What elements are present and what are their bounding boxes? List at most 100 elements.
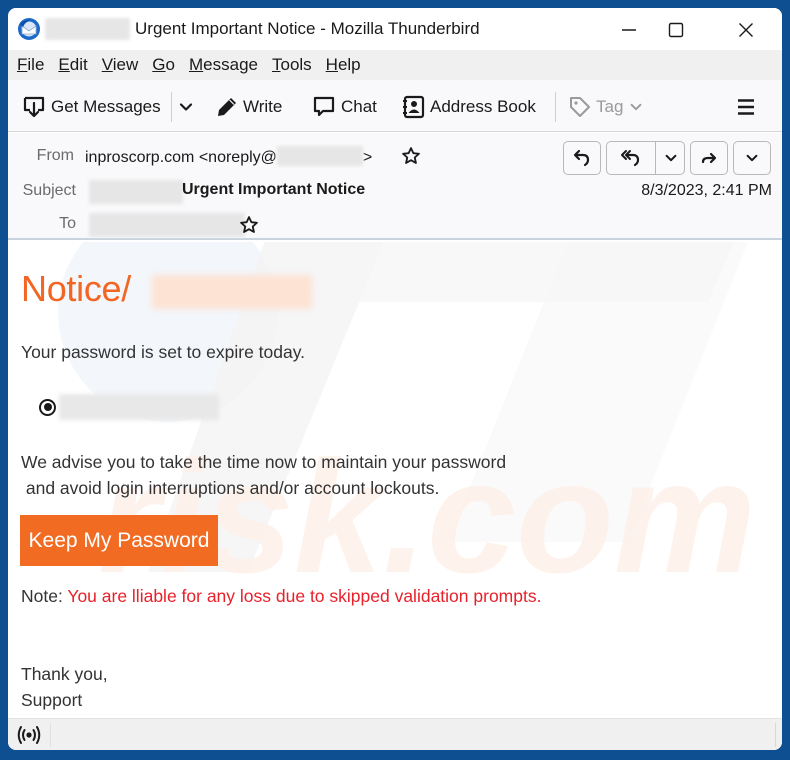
forward-icon — [701, 152, 717, 164]
note-label: Note: — [21, 586, 68, 606]
expiry-text: Your password is set to expire today. — [21, 342, 306, 362]
radio-button[interactable] — [39, 398, 56, 416]
redacted-subject-prefix — [89, 180, 183, 204]
signoff-line-2: Support — [21, 690, 83, 710]
minimize-button[interactable] — [606, 16, 652, 44]
menu-help-label: elp — [337, 55, 361, 74]
menu-message-mnemonic: M — [188, 55, 204, 74]
maximize-icon — [668, 22, 684, 38]
reply-all-dropdown[interactable] — [656, 142, 686, 174]
radio-option — [39, 394, 219, 420]
forward-button[interactable] — [690, 141, 728, 175]
menu-view-label: iew — [112, 55, 139, 74]
star-icon[interactable] — [239, 215, 259, 235]
redacted-radio-label — [59, 394, 219, 420]
menu-file-mnemonic: F — [17, 55, 28, 74]
app-menu-button[interactable] — [736, 92, 761, 122]
menu-tools[interactable]: Tools — [272, 55, 312, 75]
thunderbird-window: Urgent Important Notice - Mozilla Thunde… — [8, 8, 782, 750]
status-bar — [8, 718, 782, 750]
get-messages-label: Get Messages — [51, 97, 161, 116]
chevron-down-icon — [179, 103, 193, 111]
get-messages-button[interactable]: Get Messages — [22, 92, 161, 122]
star-icon[interactable] — [401, 146, 421, 166]
address-book-icon — [403, 95, 425, 119]
advise-text-line-2: and avoid login interruptions and/or acc… — [21, 478, 440, 498]
radio-selected-dot — [43, 403, 52, 411]
menu-view[interactable]: View — [102, 55, 139, 75]
subject-label: Subject — [22, 182, 76, 199]
from-value[interactable]: inproscorp.com <noreply@ > — [85, 146, 372, 167]
main-toolbar: Get Messages Write Chat Address Book Tag — [8, 80, 782, 132]
address-book-button[interactable]: Address Book — [401, 92, 536, 122]
close-button[interactable] — [723, 16, 769, 44]
redacted-title-prefix — [45, 18, 130, 40]
menu-go-mnemonic: G — [152, 55, 166, 74]
title-bar: Urgent Important Notice - Mozilla Thunde… — [8, 8, 782, 50]
reply-all-icon — [621, 150, 640, 167]
pencil-icon — [218, 98, 236, 116]
menu-help[interactable]: Help — [326, 55, 361, 75]
reply-icon — [573, 149, 590, 167]
close-icon — [739, 23, 753, 37]
to-label: To — [59, 215, 76, 232]
note-warning: You are lliable for any loss due to skip… — [67, 586, 542, 606]
redacted-recipient[interactable] — [89, 213, 245, 237]
signoff-line-1: Thank you, — [21, 664, 108, 684]
tag-icon — [570, 97, 590, 117]
notice-heading: Notice/ — [21, 268, 131, 309]
menu-edit[interactable]: Edit — [58, 55, 87, 75]
chat-button[interactable]: Chat — [312, 92, 377, 122]
message-body: risk.com Notice/ Your password is set to… — [8, 242, 782, 718]
note-text: Note: You are lliable for any loss due t… — [21, 586, 541, 607]
menu-view-mnemonic: V — [101, 55, 113, 74]
hamburger-menu-icon — [738, 99, 754, 115]
menu-bar: File Edit View Go Message Tools Help — [8, 50, 782, 80]
minimize-icon — [622, 29, 636, 31]
reply-all-button[interactable] — [607, 142, 655, 174]
menu-edit-label: dit — [69, 55, 88, 74]
subject-value: Urgent Important Notice — [182, 181, 366, 198]
menu-tools-label: ools — [280, 55, 312, 74]
menu-file[interactable]: File — [17, 55, 44, 75]
advise-text-line-1: We advise you to take the time now to ma… — [21, 452, 507, 472]
message-date: 8/3/2023, 2:41 PM — [641, 182, 772, 199]
from-suffix: > — [362, 149, 373, 166]
write-button[interactable]: Write — [216, 92, 282, 122]
write-label: Write — [243, 97, 283, 116]
get-messages-dropdown[interactable] — [178, 92, 199, 122]
menu-message-label: essage — [203, 55, 258, 74]
status-separator — [50, 723, 51, 747]
get-messages-icon — [23, 96, 45, 118]
reply-all-group — [606, 141, 685, 175]
chat-icon — [313, 96, 335, 117]
from-address: inproscorp.com <noreply@ — [85, 149, 277, 166]
window-title: Urgent Important Notice - Mozilla Thunde… — [135, 19, 480, 38]
toolbar-separator — [171, 92, 172, 122]
tag-button[interactable]: Tag — [569, 92, 643, 122]
chevron-down-icon — [665, 154, 677, 162]
more-actions-button[interactable] — [733, 141, 771, 175]
online-status-icon[interactable] — [17, 725, 41, 745]
toolbar-separator — [555, 92, 556, 122]
chevron-down-icon — [631, 103, 642, 111]
redacted-heading-suffix — [152, 275, 312, 309]
keep-my-password-button[interactable]: Keep My Password — [20, 515, 218, 566]
status-separator — [775, 723, 776, 747]
menu-message[interactable]: Message — [189, 55, 258, 75]
menu-help-mnemonic: H — [325, 55, 338, 74]
menu-edit-mnemonic: E — [58, 55, 70, 74]
menu-go[interactable]: Go — [152, 55, 175, 75]
message-header: From inproscorp.com <noreply@ > Subject U… — [8, 133, 782, 240]
thunderbird-logo-icon — [18, 18, 40, 40]
chat-label: Chat — [341, 97, 377, 116]
menu-go-label: o — [165, 55, 175, 74]
from-label: From — [36, 147, 74, 164]
redacted-sender-domain — [276, 146, 363, 166]
tag-label: Tag — [596, 97, 624, 116]
chevron-down-icon — [746, 154, 758, 162]
reply-button[interactable] — [563, 141, 601, 175]
address-book-label: Address Book — [430, 97, 536, 116]
menu-file-label: ile — [27, 55, 45, 74]
maximize-button[interactable] — [653, 16, 699, 44]
